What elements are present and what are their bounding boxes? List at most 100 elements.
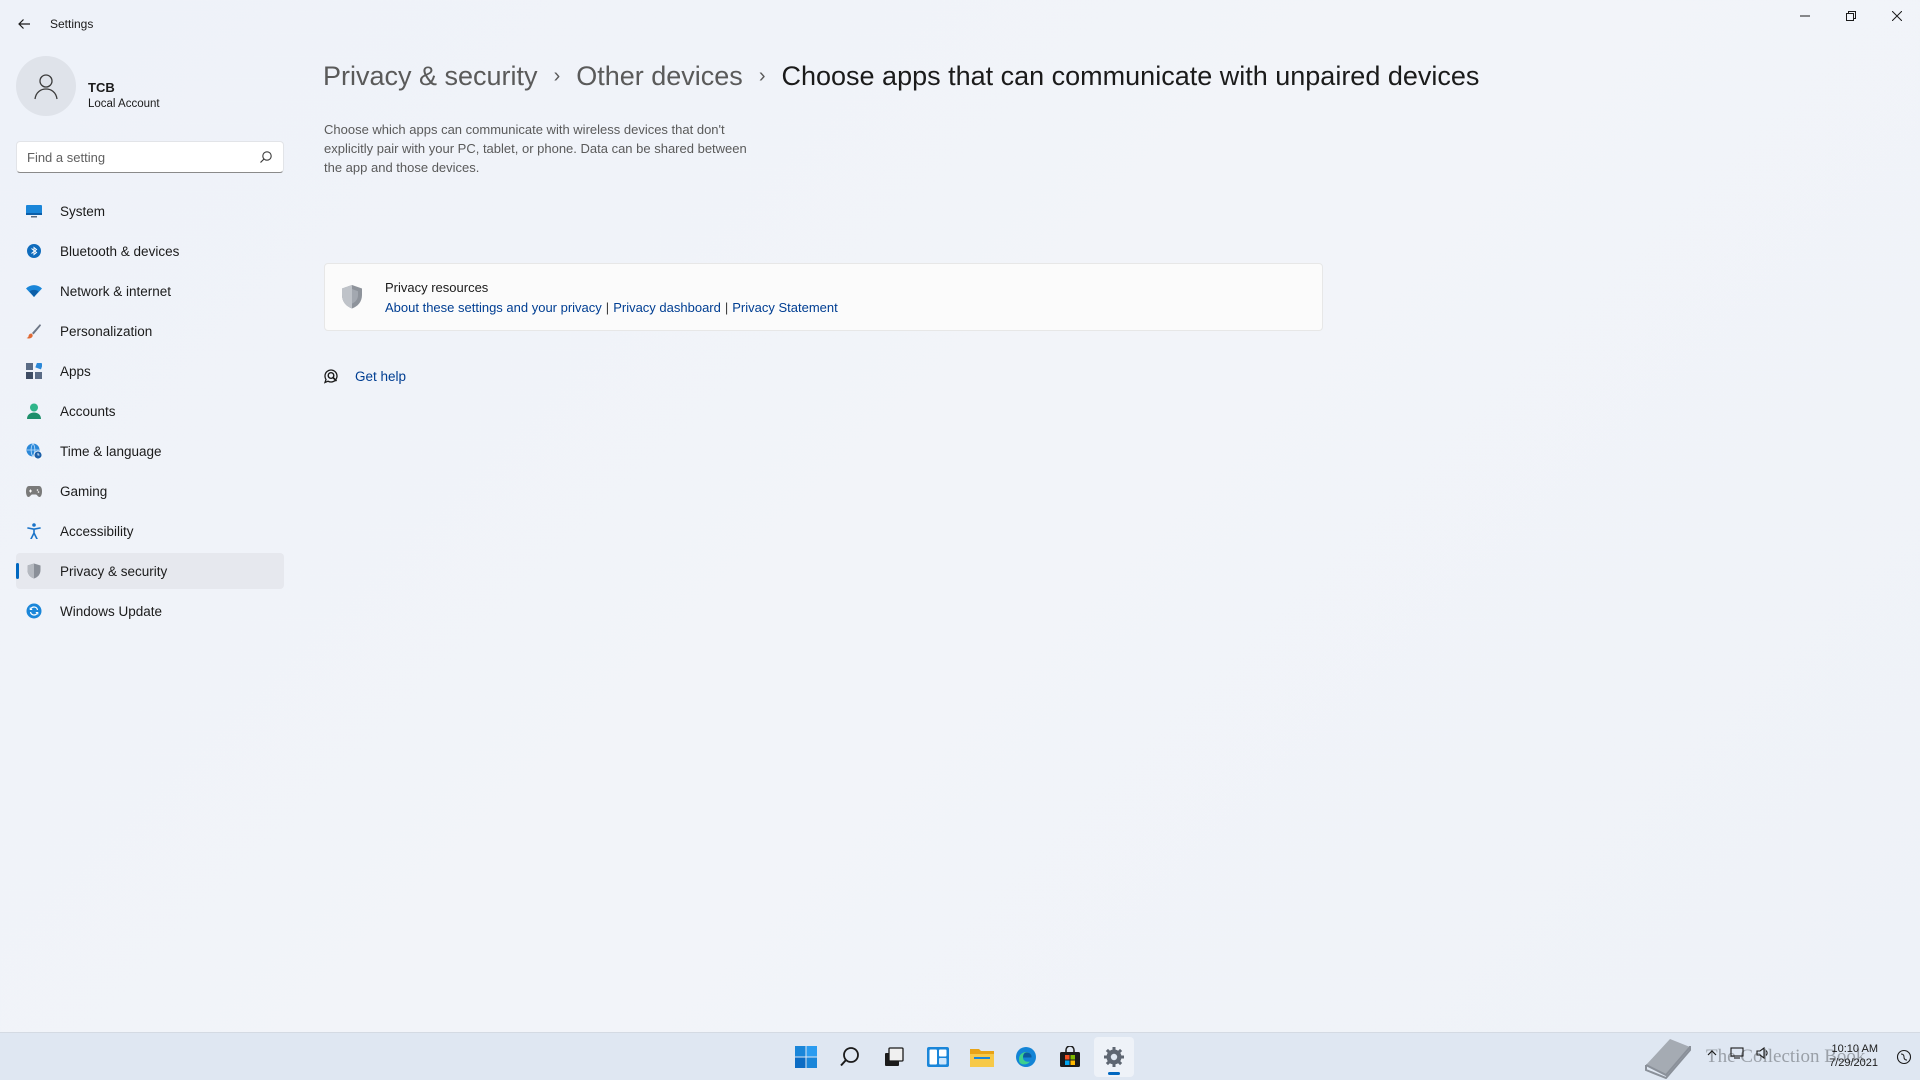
settings-icon xyxy=(1104,1047,1124,1067)
sidebar-item-apps[interactable]: Apps xyxy=(16,353,284,389)
clock[interactable]: 10:10 AM 7/29/2021 xyxy=(1829,1042,1878,1070)
settings-taskbar-button[interactable] xyxy=(1094,1037,1134,1077)
title-bar: Settings xyxy=(0,0,1920,48)
clock-time: 10:10 AM xyxy=(1831,1043,1878,1055)
search-box[interactable] xyxy=(16,141,284,173)
search-icon xyxy=(840,1047,859,1067)
privacy-resources-title: Privacy resources xyxy=(385,280,489,295)
store-icon xyxy=(1060,1046,1080,1067)
accessibility-icon xyxy=(26,523,42,539)
sidebar-item-label: System xyxy=(60,204,106,219)
close-icon xyxy=(1892,11,1902,21)
task-view-button[interactable] xyxy=(874,1037,914,1077)
back-button[interactable] xyxy=(12,12,36,36)
help-icon xyxy=(323,369,338,384)
clock-date: 7/29/2021 xyxy=(1829,1057,1878,1069)
page-title: Choose apps that can communicate with un… xyxy=(781,60,1480,91)
minimize-icon xyxy=(1800,15,1810,17)
sidebar-item-label: Gaming xyxy=(60,484,108,499)
privacy-dashboard-link[interactable]: Privacy dashboard xyxy=(613,300,721,315)
start-icon xyxy=(795,1046,817,1068)
privacy-statement-link[interactable]: Privacy Statement xyxy=(732,300,838,315)
sidebar-item-personalization[interactable]: Personalization xyxy=(16,313,284,349)
avatar[interactable] xyxy=(16,56,76,116)
person-avatar-icon xyxy=(34,74,58,100)
book-logo-icon xyxy=(1645,1039,1691,1079)
volume-icon[interactable] xyxy=(1756,1047,1770,1059)
gamepad-icon xyxy=(26,483,42,499)
sidebar-item-label: Privacy & security xyxy=(60,564,168,579)
about-settings-privacy-link[interactable]: About these settings and your privacy xyxy=(385,300,602,315)
window-controls xyxy=(1782,0,1920,32)
shield-icon xyxy=(342,285,362,309)
breadcrumb-other-devices[interactable]: Other devices xyxy=(576,61,743,92)
link-separator: | xyxy=(724,300,729,315)
update-icon xyxy=(26,603,42,619)
notification-icon xyxy=(1896,1049,1912,1065)
sidebar: TCB Local Account System Bluetooth & dev… xyxy=(0,48,300,1028)
sidebar-item-accessibility[interactable]: Accessibility xyxy=(16,513,284,549)
breadcrumb-privacy-security[interactable]: Privacy & security xyxy=(323,61,538,92)
taskbar: The Collection Book 10:10 AM 7/29/2021 xyxy=(0,1032,1920,1080)
network-icon[interactable] xyxy=(1730,1047,1744,1059)
account-type: Local Account xyxy=(88,98,160,110)
sidebar-item-privacy-security[interactable]: Privacy & security xyxy=(16,553,284,589)
edge-icon xyxy=(1016,1047,1036,1067)
start-button[interactable] xyxy=(786,1037,826,1077)
page-description: Choose which apps can communicate with w… xyxy=(324,122,747,175)
tray-icons xyxy=(1706,1047,1770,1059)
get-help[interactable]: Get help xyxy=(323,366,406,386)
person-icon xyxy=(26,403,42,419)
sidebar-item-label: Windows Update xyxy=(60,604,163,619)
file-explorer-button[interactable] xyxy=(962,1037,1002,1077)
sidebar-item-label: Accessibility xyxy=(60,524,134,539)
settings-window: Settings TCB Local Account Find a settin… xyxy=(0,0,1920,1032)
minimize-button[interactable] xyxy=(1782,0,1828,32)
apps-icon xyxy=(26,363,42,379)
system-icon xyxy=(26,203,42,219)
store-button[interactable] xyxy=(1050,1037,1090,1077)
sidebar-item-bluetooth[interactable]: Bluetooth & devices xyxy=(16,233,284,269)
get-help-link[interactable]: Get help xyxy=(355,369,406,384)
breadcrumb: Privacy & security › Other devices › Cho… xyxy=(323,56,1479,96)
sidebar-item-label: Bluetooth & devices xyxy=(60,244,180,259)
notification-button[interactable] xyxy=(1896,1049,1912,1070)
taskbar-search-button[interactable] xyxy=(830,1037,870,1077)
link-separator: | xyxy=(605,300,610,315)
sidebar-item-label: Accounts xyxy=(60,404,116,419)
sidebar-item-label: Personalization xyxy=(60,324,153,339)
sidebar-nav: System Bluetooth & devices Network & int… xyxy=(16,193,284,633)
wifi-icon xyxy=(26,283,42,299)
search-icon xyxy=(260,151,272,163)
globe-clock-icon xyxy=(26,443,42,459)
shield-icon xyxy=(26,563,42,579)
sidebar-item-gaming[interactable]: Gaming xyxy=(16,473,284,509)
breadcrumb-separator: › xyxy=(553,64,561,87)
search-input[interactable] xyxy=(27,142,247,172)
close-button[interactable] xyxy=(1874,0,1920,32)
back-arrow-icon xyxy=(18,19,30,29)
user-profile[interactable]: TCB Local Account xyxy=(16,56,286,116)
sidebar-item-network[interactable]: Network & internet xyxy=(16,273,284,309)
sidebar-item-label: Time & language xyxy=(60,444,162,459)
user-name: TCB xyxy=(88,80,115,95)
task-view-icon xyxy=(885,1047,904,1066)
edge-button[interactable] xyxy=(1006,1037,1046,1077)
breadcrumb-separator: › xyxy=(758,64,766,87)
privacy-resources-links: About these settings and your privacy | Pr… xyxy=(385,300,838,315)
bluetooth-icon xyxy=(26,243,42,259)
sidebar-item-label: Network & internet xyxy=(60,284,172,299)
privacy-resources-card: Privacy resources About these settings a… xyxy=(324,263,1323,331)
sidebar-item-system[interactable]: System xyxy=(16,193,284,229)
brush-icon xyxy=(26,323,42,339)
sidebar-item-time-language[interactable]: Time & language xyxy=(16,433,284,469)
sidebar-item-accounts[interactable]: Accounts xyxy=(16,393,284,429)
sidebar-item-label: Apps xyxy=(60,364,91,379)
sidebar-item-windows-update[interactable]: Windows Update xyxy=(16,593,284,629)
widgets-button[interactable] xyxy=(918,1037,958,1077)
chevron-up-icon[interactable] xyxy=(1706,1047,1718,1059)
app-title: Settings xyxy=(50,17,94,31)
taskbar-apps xyxy=(784,1037,1136,1077)
widgets-icon xyxy=(927,1047,949,1067)
restore-button[interactable] xyxy=(1828,0,1874,32)
